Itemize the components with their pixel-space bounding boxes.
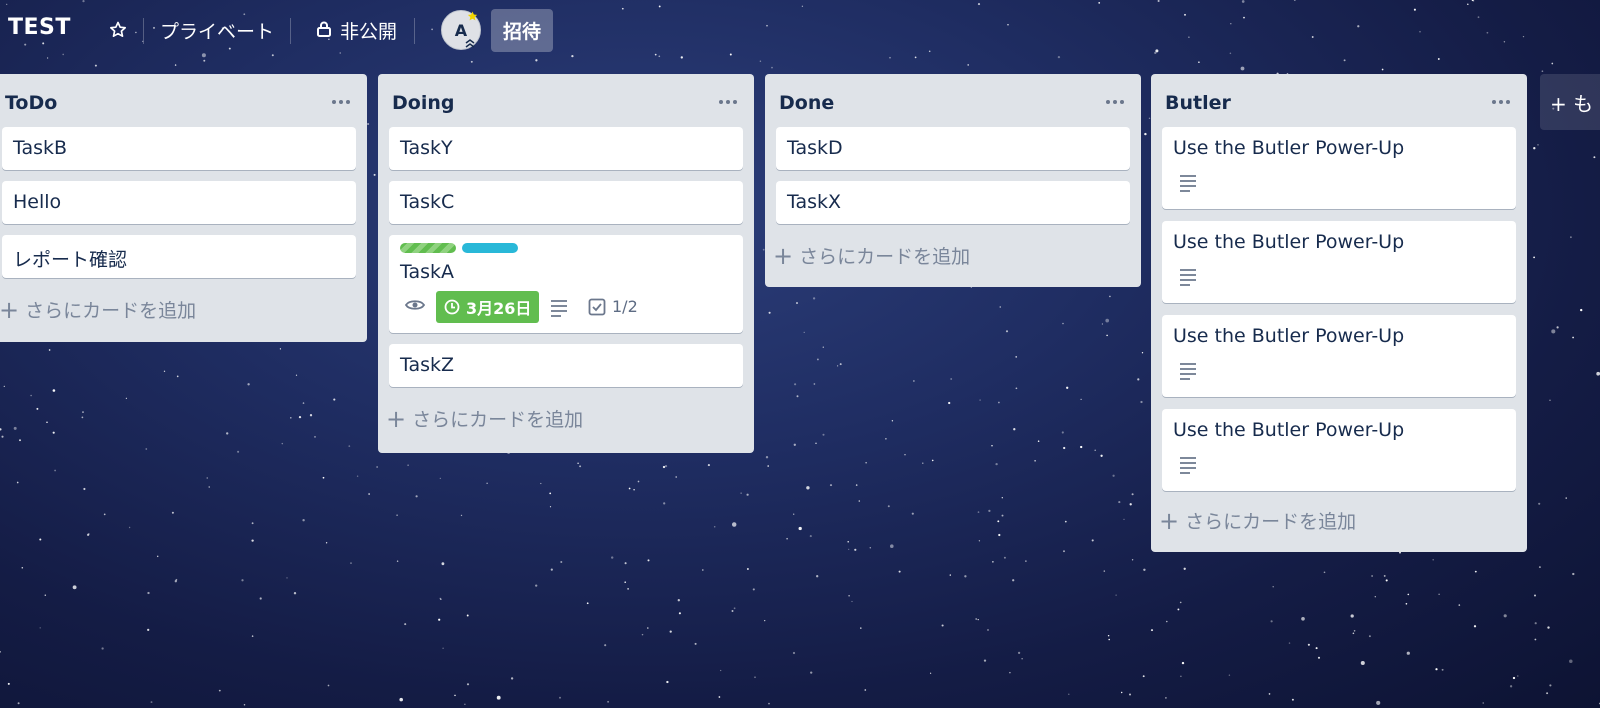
add-card-button[interactable]: + さらにカードを追加 — [773, 242, 970, 269]
card-title: レポート確認 — [13, 249, 128, 271]
list-todo: ToDo TaskB Hello レポート確認 + さらにカードを追加 — [0, 74, 367, 342]
card-title: Use the Butler Power-Up — [1173, 419, 1405, 441]
card-title: Hello — [13, 191, 62, 213]
invite-button[interactable]: 招待 — [491, 9, 553, 52]
list-doing: Doing TaskY TaskC TaskA 3月26日 1/2 TaskZ … — [378, 74, 754, 453]
avatar-initial: A — [454, 20, 468, 40]
more-icon[interactable] — [716, 90, 740, 114]
card-title: TaskZ — [400, 354, 455, 376]
card[interactable]: Hello — [2, 181, 356, 224]
card[interactable]: TaskD — [776, 127, 1130, 170]
card-title: TaskC — [400, 191, 455, 213]
list-title[interactable]: Done — [779, 92, 834, 114]
plus-icon: + — [1159, 506, 1180, 535]
card[interactable]: Use the Butler Power-Up — [1162, 409, 1516, 491]
card[interactable]: Use the Butler Power-Up — [1162, 221, 1516, 303]
admin-star-icon — [467, 11, 478, 21]
list-title[interactable]: Butler — [1165, 92, 1231, 114]
description-icon — [1180, 363, 1196, 380]
checklist-icon — [588, 298, 606, 316]
list-title[interactable]: Doing — [392, 92, 454, 114]
card-label-sky[interactable] — [462, 243, 518, 253]
add-card-button[interactable]: + さらにカードを追加 — [0, 296, 196, 323]
card[interactable]: TaskY — [389, 127, 743, 170]
header-divider — [414, 18, 415, 44]
lock-icon — [314, 19, 334, 39]
list-title[interactable]: ToDo — [5, 92, 57, 114]
due-date-text: 3月26日 — [466, 299, 532, 318]
star-icon[interactable] — [106, 18, 130, 42]
list-butler: Butler Use the Butler Power-Up Use the B… — [1151, 74, 1527, 552]
card-title: Use the Butler Power-Up — [1173, 137, 1405, 159]
list-header: Butler — [1151, 74, 1527, 128]
card[interactable]: レポート確認 — [2, 235, 356, 278]
more-icon[interactable] — [1103, 90, 1127, 114]
add-card-button[interactable]: + さらにカードを追加 — [386, 405, 583, 432]
header-divider — [143, 18, 144, 44]
add-card-label: さらにカードを追加 — [25, 300, 197, 322]
card-title: TaskB — [13, 137, 68, 159]
board-title[interactable]: TEST — [8, 15, 71, 40]
description-icon — [1180, 175, 1196, 192]
list-header: Doing — [378, 74, 754, 128]
member-avatar[interactable]: A — [441, 10, 481, 50]
card-title: TaskD — [787, 137, 843, 159]
card-label-green[interactable] — [400, 243, 456, 253]
add-card-label: さらにカードを追加 — [1185, 511, 1357, 533]
card-title: Use the Butler Power-Up — [1173, 231, 1405, 253]
checklist-count: 1/2 — [612, 297, 638, 316]
clock-icon — [444, 299, 460, 315]
board-header: TEST プライベート 非公開 A 招待 — [0, 0, 1600, 62]
card[interactable]: TaskA 3月26日 1/2 — [389, 235, 743, 333]
card[interactable]: TaskX — [776, 181, 1130, 224]
card[interactable]: TaskC — [389, 181, 743, 224]
card[interactable]: Use the Butler Power-Up — [1162, 315, 1516, 397]
card[interactable]: TaskB — [2, 127, 356, 170]
card-title: Use the Butler Power-Up — [1173, 325, 1405, 347]
add-card-label: さらにカードを追加 — [799, 246, 971, 268]
due-date-badge[interactable]: 3月26日 — [436, 291, 540, 323]
card-title: TaskA — [400, 261, 455, 283]
card[interactable]: Use the Butler Power-Up — [1162, 127, 1516, 209]
more-icon[interactable] — [329, 90, 353, 114]
card-title: TaskX — [787, 191, 842, 213]
description-icon — [1180, 457, 1196, 474]
header-divider — [290, 18, 291, 44]
list-header: ToDo — [0, 74, 367, 128]
add-card-button[interactable]: + さらにカードを追加 — [1159, 507, 1356, 534]
card-title: TaskY — [400, 137, 453, 159]
list-header: Done — [765, 74, 1141, 128]
plus-icon: + — [773, 241, 794, 270]
add-card-label: さらにカードを追加 — [412, 409, 584, 431]
card[interactable]: TaskZ — [389, 344, 743, 387]
team-visibility-button[interactable]: プライベート — [160, 17, 274, 44]
chevron-up-double-icon — [465, 39, 475, 48]
description-icon — [1180, 269, 1196, 286]
plus-icon: + — [0, 295, 20, 324]
plus-icon: + — [386, 404, 407, 433]
list-done: Done TaskD TaskX + さらにカードを追加 — [765, 74, 1141, 287]
eye-icon — [405, 300, 425, 310]
add-list-button[interactable]: + も — [1540, 74, 1600, 130]
board-privacy-button[interactable]: 非公開 — [340, 17, 397, 44]
more-icon[interactable] — [1489, 90, 1513, 114]
description-icon — [551, 300, 567, 317]
